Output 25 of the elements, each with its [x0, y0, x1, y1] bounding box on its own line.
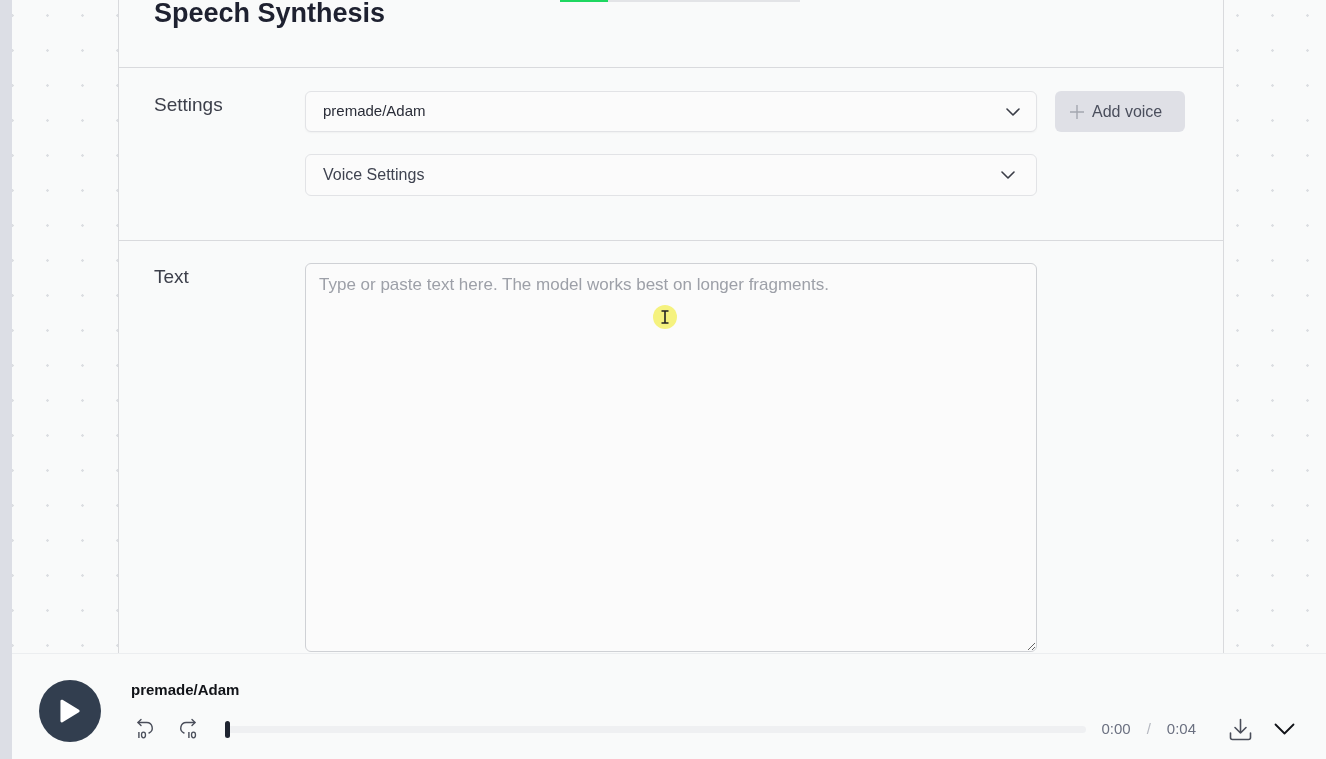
track-name: premade/Adam: [131, 680, 240, 700]
current-time: 0:00: [1101, 718, 1131, 739]
section-label: Text: [154, 266, 189, 287]
forward-10-icon: [179, 718, 199, 740]
page-title: Speech Synthesis: [154, 0, 386, 26]
rewind-10-button[interactable]: [134, 718, 154, 740]
download-icon: [1229, 717, 1252, 741]
voice-dropdown[interactable]: premade/Adam: [305, 91, 1037, 132]
text-input-field[interactable]: Type or paste text here. The model works best on longer fragments.: [305, 263, 1037, 652]
collapse-button[interactable]: [1274, 723, 1295, 735]
voice-settings-dropdown[interactable]: Voice Settings: [305, 154, 1037, 196]
text-cursor-icon: [653, 305, 677, 329]
section-label: Settings: [154, 94, 223, 115]
chevron-down-icon: [1001, 171, 1015, 179]
rewind-10-icon: [134, 718, 154, 740]
chevron-down-icon: [1006, 107, 1020, 116]
add-voice-button[interactable]: Add voice: [1055, 91, 1185, 132]
duration-time: 0:04: [1166, 718, 1196, 739]
chevron-down-icon: [1274, 723, 1295, 735]
playback-thumb[interactable]: [225, 720, 230, 738]
forward-10-button[interactable]: [179, 718, 199, 740]
time-separator: /: [1146, 718, 1151, 739]
plus-icon: [1070, 104, 1084, 119]
download-button[interactable]: [1229, 717, 1252, 741]
play-icon: [60, 699, 80, 723]
